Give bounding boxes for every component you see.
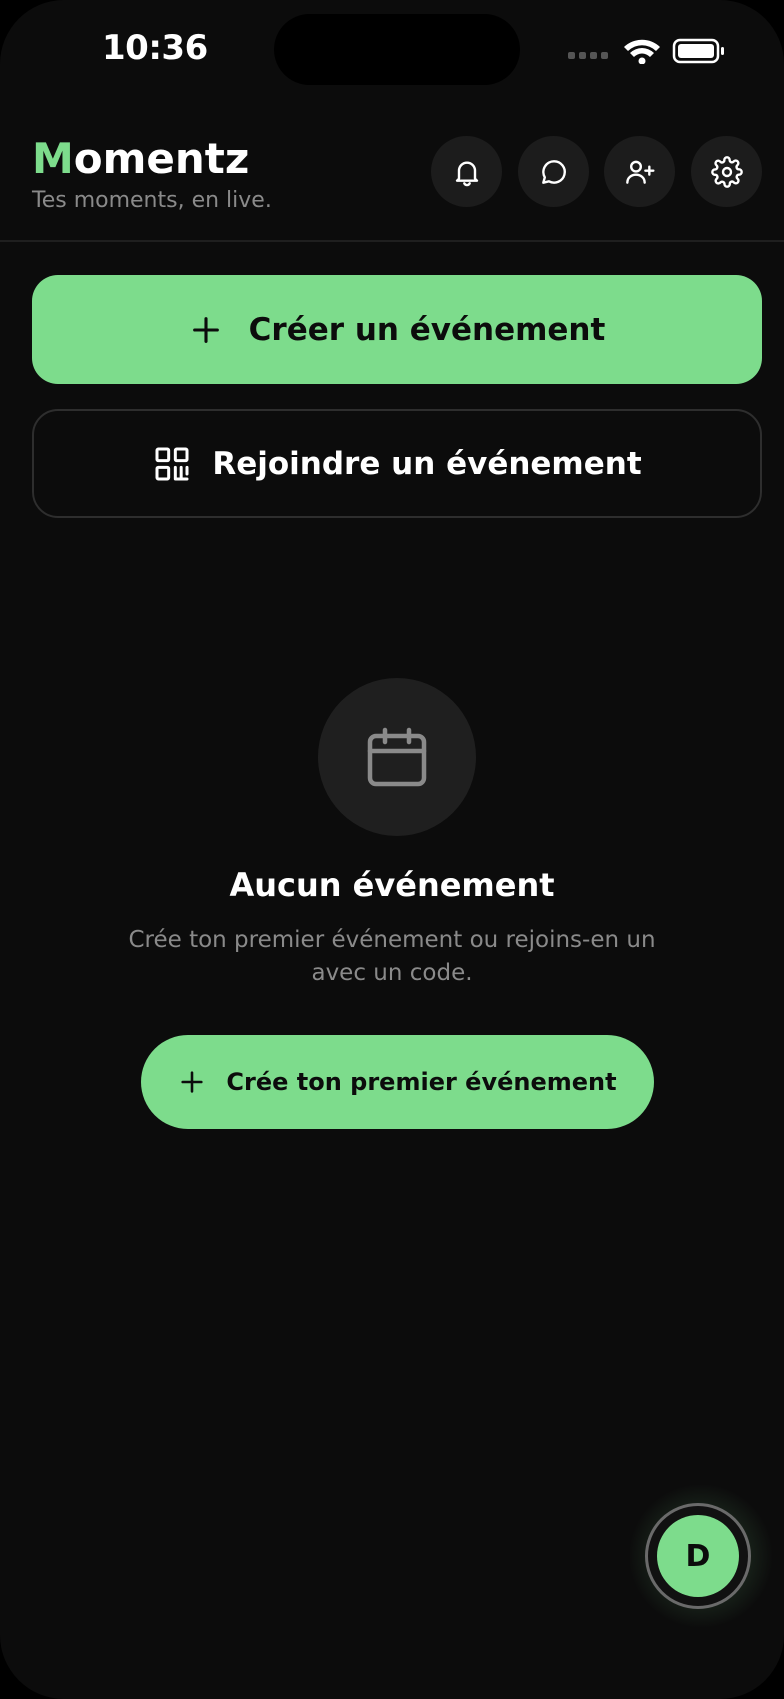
user-plus-icon xyxy=(625,160,655,184)
create-event-button[interactable]: Créer un événement xyxy=(32,275,762,384)
settings-button[interactable] xyxy=(691,136,762,207)
messages-button[interactable] xyxy=(518,136,589,207)
avatar: D xyxy=(657,1515,739,1597)
gear-icon xyxy=(710,155,743,188)
status-time: 10:36 xyxy=(102,28,208,68)
add-friend-button[interactable] xyxy=(604,136,675,207)
notifications-button[interactable] xyxy=(431,136,502,207)
battery-icon xyxy=(672,38,724,64)
empty-state-title: Aucun événement xyxy=(229,866,555,904)
empty-state-icon-container xyxy=(318,678,476,836)
app-logo: Momentz xyxy=(32,138,249,180)
chat-bubble-icon xyxy=(541,159,566,184)
header-divider xyxy=(0,240,784,242)
cellular-signal-icon xyxy=(568,52,608,59)
status-icons xyxy=(568,38,728,65)
plus-icon xyxy=(192,316,219,343)
bell-icon xyxy=(455,161,478,186)
app-screen: 10:36 Momentz Tes moments, en live. Crée… xyxy=(0,0,784,1699)
logo-text: omentz xyxy=(73,134,250,183)
app-tagline: Tes moments, en live. xyxy=(32,188,272,213)
wifi-icon xyxy=(624,39,660,65)
create-first-event-button[interactable]: Crée ton premier événement xyxy=(141,1035,654,1129)
empty-state-description: Crée ton premier événement ou rejoins-en… xyxy=(128,927,656,986)
logo-accent-letter: M xyxy=(32,134,74,183)
plus-icon xyxy=(181,1071,204,1093)
profile-avatar-button[interactable]: D xyxy=(645,1503,751,1609)
create-first-event-label: Crée ton premier événement xyxy=(226,1068,617,1096)
dynamic-island xyxy=(274,14,520,85)
create-event-label: Créer un événement xyxy=(248,311,606,348)
calendar-icon xyxy=(367,727,427,787)
qr-code-icon xyxy=(155,447,189,480)
join-event-label: Rejoindre un événement xyxy=(212,445,642,482)
join-event-button[interactable]: Rejoindre un événement xyxy=(32,409,762,518)
